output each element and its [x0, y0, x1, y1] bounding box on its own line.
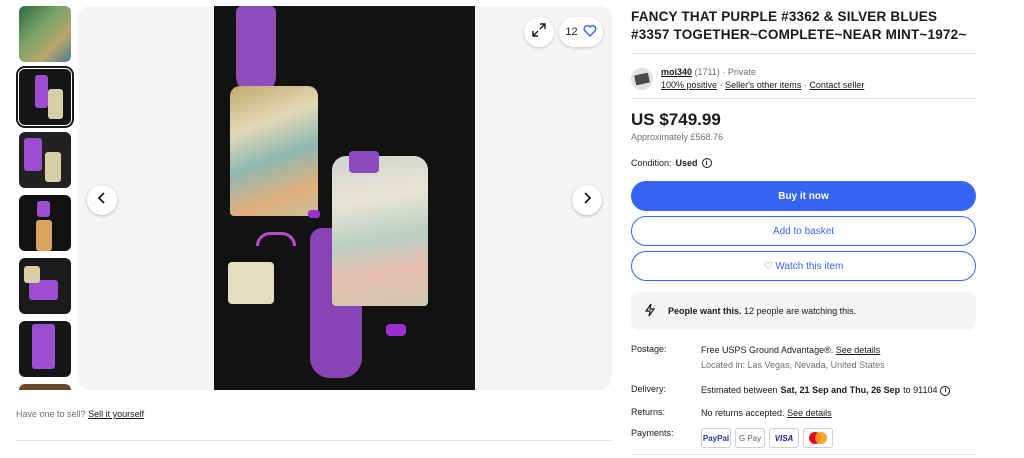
- returns-see-details-link[interactable]: See details: [787, 408, 832, 418]
- seller-positive-link[interactable]: 100% positive: [661, 80, 717, 90]
- alert-text: 12 people are watching this.: [744, 306, 857, 316]
- chevron-left-icon: [96, 191, 108, 209]
- paypal-logo: PayPal: [701, 428, 731, 448]
- contact-seller-link[interactable]: Contact seller: [809, 80, 864, 90]
- postage-see-details-link[interactable]: See details: [836, 345, 881, 355]
- alert-bold-text: People want this.: [668, 306, 742, 316]
- visa-logo: VISA: [769, 428, 799, 448]
- chevron-right-icon: [581, 191, 593, 209]
- thumbnail-3[interactable]: [19, 132, 71, 188]
- expand-icon: [532, 22, 546, 42]
- lightning-icon: [644, 303, 656, 319]
- condition-row: Condition: Used i: [631, 158, 976, 168]
- shipping-details: Postage: Free USPS Ground Advantage®. Se…: [631, 344, 976, 448]
- add-to-basket-button[interactable]: Add to basket: [631, 216, 976, 246]
- item-location: Located in: Las Vegas, Nevada, United St…: [701, 360, 885, 370]
- seller-name-link[interactable]: moi340: [661, 67, 692, 77]
- condition-label: Condition:: [631, 158, 672, 168]
- thumbnail-2[interactable]: [16, 66, 74, 128]
- previous-image-button[interactable]: [87, 185, 117, 215]
- payments-label: Payments:: [631, 428, 674, 438]
- info-icon[interactable]: i: [940, 385, 951, 396]
- returns-row: Returns: No returns accepted. See detail…: [631, 407, 976, 420]
- divider: [631, 53, 976, 54]
- sell-it-yourself-link[interactable]: Sell it yourself: [88, 409, 144, 419]
- divider: [16, 440, 612, 441]
- delivery-dates: Sat, 21 Sep and Thu, 26 Sep: [780, 385, 901, 395]
- divider: [631, 98, 976, 99]
- buy-it-now-button[interactable]: Buy it now: [631, 181, 976, 211]
- seller-feedback-count: (1711): [694, 67, 720, 77]
- returns-label: Returns:: [631, 407, 666, 417]
- delivery-zip: to 91104: [903, 385, 938, 395]
- returns-value: No returns accepted.: [701, 408, 785, 418]
- thumbnail-strip: [16, 6, 74, 390]
- approx-price: Approximately £568.76: [631, 132, 724, 142]
- watch-count-button[interactable]: 12: [559, 17, 603, 47]
- seller-card: moi340 (1711) · Private 100% positive · …: [631, 60, 976, 98]
- next-image-button[interactable]: [572, 185, 602, 215]
- seller-avatar[interactable]: [631, 68, 653, 90]
- mastercard-logo: mastercard: [803, 428, 833, 448]
- condition-value: Used: [675, 158, 698, 168]
- payment-methods: PayPal G Pay VISA mastercard: [701, 428, 976, 448]
- thumbnail-1[interactable]: [19, 6, 71, 62]
- seller-other-items-link[interactable]: Seller's other items: [725, 80, 801, 90]
- sell-prompt: Have one to sell? Sell it yourself: [16, 409, 144, 419]
- divider: [631, 454, 976, 455]
- listing-title: FANCY THAT PURPLE #3362 & SILVER BLUES #…: [631, 9, 967, 42]
- watch-item-button[interactable]: ♡ Watch this item: [631, 251, 976, 281]
- info-icon[interactable]: i: [701, 158, 712, 168]
- sell-prompt-text: Have one to sell?: [16, 409, 86, 419]
- heart-icon: [583, 24, 597, 40]
- delivery-row: Delivery: Estimated between Sat, 21 Sep …: [631, 384, 976, 397]
- thumbnail-7[interactable]: [19, 384, 71, 390]
- watch-count: 12: [565, 26, 578, 38]
- postage-value: Free USPS Ground Advantage®.: [701, 345, 834, 355]
- item-summary: FANCY THAT PURPLE #3362 & SILVER BLUES #…: [631, 8, 976, 448]
- thumbnail-4[interactable]: [19, 195, 71, 251]
- postage-label: Postage:: [631, 344, 667, 354]
- payments-row: Payments: PayPal G Pay VISA mastercard: [631, 428, 976, 448]
- thumbnail-6[interactable]: [19, 321, 71, 377]
- postage-row: Postage: Free USPS Ground Advantage®. Se…: [631, 344, 976, 372]
- delivery-prefix: Estimated between: [701, 385, 778, 395]
- main-product-image[interactable]: [214, 6, 475, 390]
- watchers-alert: People want this. 12 people are watching…: [631, 292, 976, 330]
- delivery-label: Delivery:: [631, 384, 667, 394]
- item-price: US $749.99: [631, 110, 721, 129]
- seller-type: · Private: [722, 67, 756, 77]
- thumbnail-5[interactable]: [19, 258, 71, 314]
- image-gallery: 12: [78, 6, 612, 390]
- expand-image-button[interactable]: [524, 17, 554, 47]
- google-pay-logo: G Pay: [735, 428, 765, 448]
